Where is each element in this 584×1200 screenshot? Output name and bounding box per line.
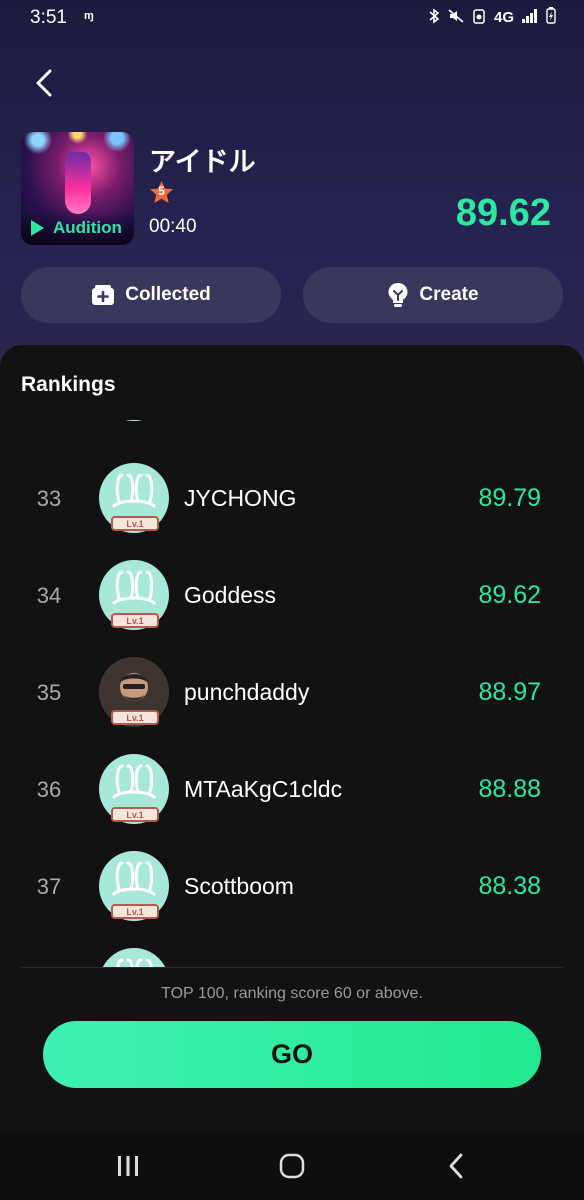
player-score: 88.38 [478, 872, 541, 900]
rank-number: 35 [36, 680, 62, 705]
audition-button[interactable]: Audition [21, 211, 134, 245]
player-name: MTAaKgC1cldc [184, 776, 343, 802]
my-score: 89.62 [455, 192, 551, 234]
rankings-sheet: Rankings Lv.1 33 Lv.1 JYCHONG 89.79 34 [0, 345, 584, 1131]
play-icon [31, 220, 44, 236]
create-label: Create [419, 284, 479, 305]
level-badge: Lv.1 [111, 516, 159, 531]
collected-button[interactable]: Collected [21, 267, 281, 323]
avatar: Lv.1 [99, 463, 169, 533]
data-saver-icon [472, 8, 486, 28]
song-duration: 00:40 [149, 216, 197, 237]
list-item[interactable]: 34 Lv.1 Goddess 89.62 [0, 547, 584, 644]
level-badge: Lv.1 [111, 710, 159, 725]
battery-icon [546, 7, 556, 28]
audition-label: Audition [53, 218, 122, 237]
back-button[interactable] [28, 66, 60, 100]
rank-number [20, 935, 78, 967]
recent-apps-button[interactable] [113, 1153, 143, 1179]
status-icons: 4G [428, 7, 556, 28]
player-score: 89.62 [478, 581, 541, 609]
status-time: 3:51 [30, 7, 67, 28]
rank-number [20, 420, 78, 435]
player-score: 89.79 [478, 484, 541, 512]
home-icon [279, 1153, 305, 1179]
player-name: Scottboom [184, 873, 294, 899]
rankings-list[interactable]: Lv.1 33 Lv.1 JYCHONG 89.79 34 Lv.1 Godde… [0, 420, 584, 967]
list-item[interactable]: 35 Lv.1 punchdaddy 88.97 [0, 644, 584, 741]
difficulty-star-icon: 5 [149, 180, 174, 205]
collect-icon [92, 285, 115, 305]
system-nav-bar [0, 1131, 584, 1200]
player-score: 88.97 [478, 678, 541, 706]
level-badge: Lv.1 [111, 613, 159, 628]
avatar: Lv.1 [99, 754, 169, 824]
cover-figure [65, 152, 91, 214]
lightbulb-icon [388, 283, 408, 307]
list-item[interactable]: 36 Lv.1 MTAaKgC1cldc 88.88 [0, 741, 584, 838]
back-nav-button[interactable] [441, 1153, 471, 1179]
bunny-avatar-icon [99, 420, 169, 421]
signal-icon [522, 8, 538, 27]
list-item[interactable]: 33 Lv.1 JYCHONG 89.79 [0, 450, 584, 547]
chevron-left-icon [36, 69, 52, 97]
recent-apps-icon [118, 1156, 138, 1176]
difficulty-level: 5 [158, 184, 165, 198]
avatar: Lv.1 [99, 560, 169, 630]
divider [21, 967, 563, 968]
player-name: punchdaddy [184, 679, 310, 705]
back-icon [449, 1153, 463, 1179]
home-button[interactable] [277, 1153, 307, 1179]
network-icon: 4G [493, 9, 514, 26]
go-button[interactable]: GO [43, 1021, 541, 1088]
song-cover[interactable]: Audition [21, 132, 134, 245]
notification-icon: ɱ [84, 10, 94, 22]
list-item[interactable]: Lv.1 [0, 420, 584, 435]
rankings-heading: Rankings [21, 373, 116, 396]
collected-label: Collected [125, 284, 211, 305]
rank-number: 34 [36, 583, 62, 608]
bluetooth-icon [428, 7, 440, 28]
rank-number: 33 [36, 486, 62, 511]
bunny-avatar-icon [116, 958, 153, 967]
mute-icon [448, 8, 464, 28]
list-item[interactable] [0, 935, 584, 967]
avatar [99, 948, 169, 967]
create-button[interactable]: Create [303, 267, 563, 323]
player-name: Goddess [184, 582, 277, 608]
level-badge: Lv.1 [111, 904, 159, 919]
player-name: JYCHONG [184, 485, 297, 511]
list-item[interactable]: 37 Lv.1 Scottboom 88.38 [0, 838, 584, 935]
rank-number: 37 [36, 874, 62, 899]
level-badge: Lv.1 [111, 807, 159, 822]
ranking-footnote: TOP 100, ranking score 60 or above. [161, 985, 423, 1002]
avatar: Lv.1 [99, 851, 169, 921]
avatar: Lv.1 [99, 420, 169, 421]
avatar: Lv.1 [99, 657, 169, 727]
player-score: 88.88 [478, 775, 541, 803]
song-title: アイドル [149, 147, 256, 177]
status-bar: 3:51 ɱ 4G [0, 0, 584, 38]
rank-number: 36 [36, 777, 62, 802]
